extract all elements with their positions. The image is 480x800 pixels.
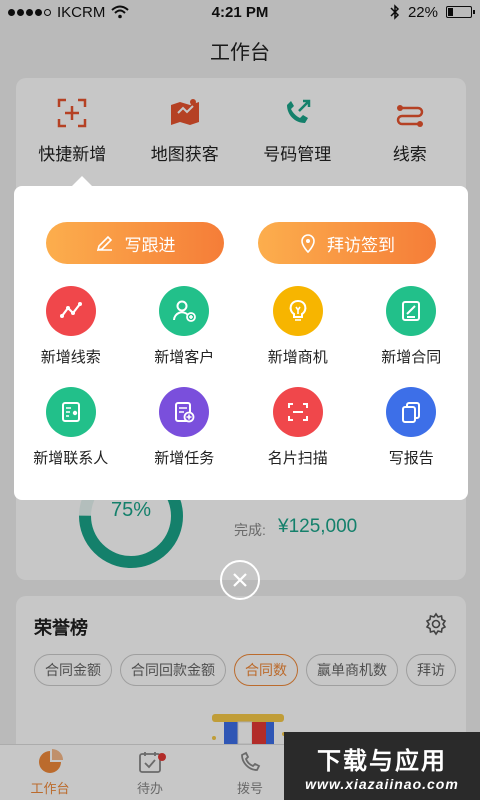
report-icon: [386, 387, 437, 437]
add-contract-item[interactable]: 新增合同: [355, 286, 469, 367]
add-customer-item[interactable]: 新增客户: [128, 286, 242, 367]
grid-label: 新增商机: [267, 349, 328, 366]
contact-card-icon: [45, 387, 96, 437]
visit-checkin-label: 拜访签到: [327, 235, 395, 255]
close-button[interactable]: [220, 560, 260, 600]
grid-label: 新增线索: [40, 349, 101, 366]
watermark-logo: 下载与应用 www.xiazaiinao.com: [284, 732, 480, 800]
scan-card-item[interactable]: 名片扫描: [241, 387, 355, 468]
watermark-small: www.xiazaiinao.com: [305, 775, 459, 792]
popup-arrow: [72, 176, 92, 186]
scan-card-icon: [272, 387, 323, 437]
location-pin-icon: [301, 234, 315, 253]
add-task-item[interactable]: 新增任务: [128, 387, 242, 468]
pencil-icon: [96, 235, 112, 252]
trend-icon: [45, 286, 96, 336]
add-lead-item[interactable]: 新增线索: [14, 286, 128, 367]
grid-label: 新增联系人: [33, 450, 109, 467]
grid-label: 新增合同: [381, 349, 442, 366]
contract-icon: [386, 286, 437, 336]
grid-label: 名片扫描: [267, 450, 328, 467]
add-opportunity-item[interactable]: 新增商机: [241, 286, 355, 367]
close-icon: [233, 573, 247, 587]
watermark-big: 下载与应用: [317, 747, 447, 775]
lightbulb-icon: [272, 286, 323, 336]
task-add-icon: [159, 387, 210, 437]
grid-label: 新增任务: [154, 450, 215, 467]
quick-add-popup: 写跟进 拜访签到 新增线索 新增客户 新增商机 新增合同 新增联系人 新增任务 …: [14, 176, 468, 500]
add-contact-item[interactable]: 新增联系人: [14, 387, 128, 468]
quick-add-grid: 新增线索 新增客户 新增商机 新增合同 新增联系人 新增任务 名片扫描 写报告: [14, 286, 468, 468]
visit-checkin-button[interactable]: 拜访签到: [258, 222, 436, 264]
grid-label: 新增客户: [154, 349, 215, 366]
grid-label: 写报告: [388, 450, 434, 467]
write-followup-button[interactable]: 写跟进: [46, 222, 224, 264]
user-add-icon: [159, 286, 210, 336]
write-report-item[interactable]: 写报告: [355, 387, 469, 468]
write-followup-label: 写跟进: [124, 235, 176, 255]
